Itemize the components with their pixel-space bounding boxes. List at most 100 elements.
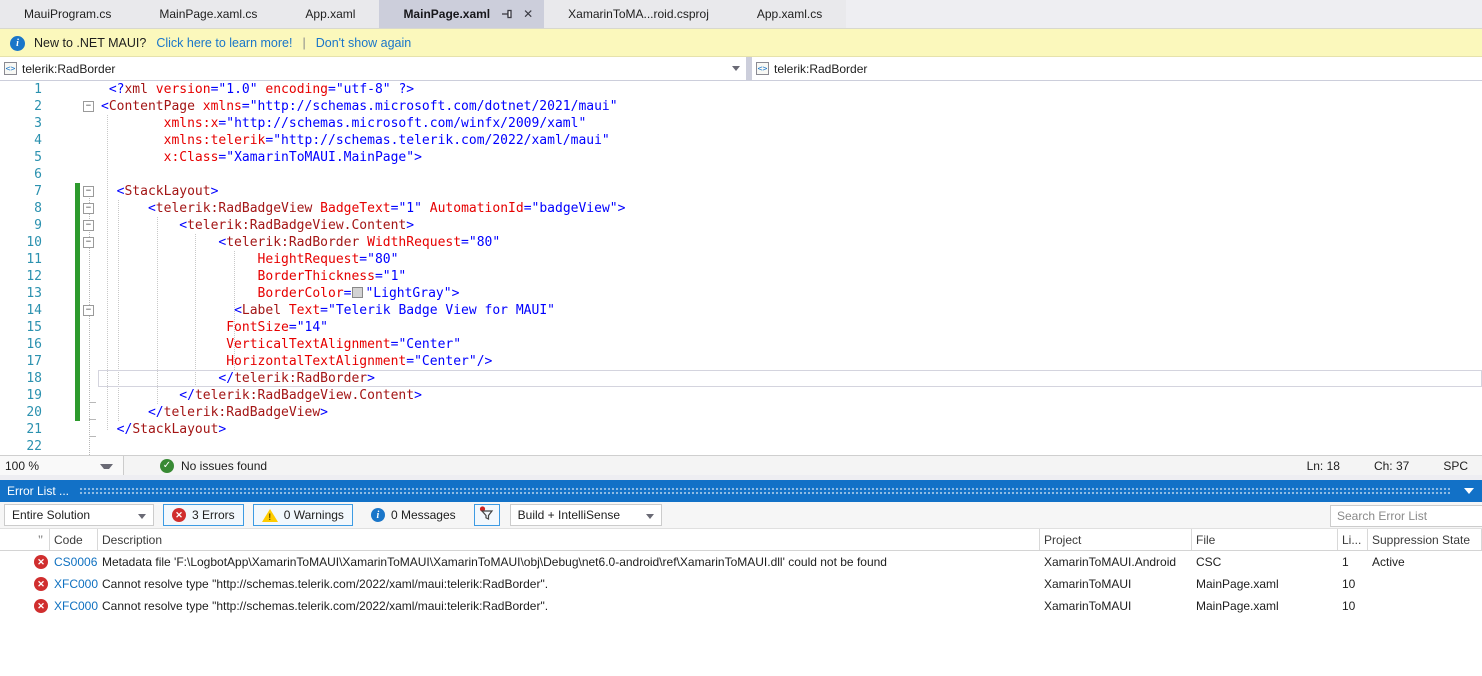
- pin-icon[interactable]: [500, 7, 514, 21]
- learn-more-link[interactable]: Click here to learn more!: [156, 36, 292, 50]
- warnings-filter-button[interactable]: ! 0 Warnings: [253, 504, 353, 526]
- error-code[interactable]: XFC0000: [50, 599, 98, 613]
- code-line-row[interactable]: 20 </telerik:RadBadgeView>: [0, 404, 1482, 421]
- description-column-header[interactable]: Description: [98, 529, 1040, 550]
- code-text[interactable]: BorderColor="LightGray">: [98, 285, 459, 302]
- tab-mainpage-xaml[interactable]: MainPage.xaml ✕: [379, 0, 544, 28]
- code-line-row[interactable]: 15 FontSize="14": [0, 319, 1482, 336]
- code-text[interactable]: [98, 438, 101, 455]
- code-line-row[interactable]: 17 HorizontalTextAlignment="Center"/>: [0, 353, 1482, 370]
- error-row[interactable]: ✕XFC0000Cannot resolve type "http://sche…: [0, 595, 1482, 617]
- code-text[interactable]: </telerik:RadBadgeView>: [98, 404, 328, 421]
- code-text[interactable]: VerticalTextAlignment="Center": [98, 336, 461, 353]
- tab-app-xaml[interactable]: App.xaml: [281, 0, 379, 28]
- code-text[interactable]: <Label Text="Telerik Badge View for MAUI…: [98, 302, 555, 319]
- document-health[interactable]: ✓ No issues found: [160, 459, 267, 473]
- source-dropdown[interactable]: Build + IntelliSense: [510, 504, 662, 526]
- code-line-row[interactable]: 8− <telerik:RadBadgeView BadgeText="1" A…: [0, 200, 1482, 217]
- collapse-icon[interactable]: −: [83, 186, 94, 197]
- code-line-row[interactable]: 13 BorderColor="LightGray">: [0, 285, 1482, 302]
- error-code[interactable]: CS0006: [50, 555, 98, 569]
- collapse-icon[interactable]: −: [83, 305, 94, 316]
- code-line-row[interactable]: 3 xmlns:x="http://schemas.microsoft.com/…: [0, 115, 1482, 132]
- code-text[interactable]: xmlns:telerik="http://schemas.telerik.co…: [98, 132, 610, 149]
- dont-show-again-link[interactable]: Don't show again: [316, 36, 412, 50]
- search-input[interactable]: [1331, 509, 1482, 523]
- code-text[interactable]: [98, 166, 101, 183]
- editor-status-bar: 100 % ✓ No issues found Ln: 18 Ch: 37 SP…: [0, 455, 1482, 475]
- navigator-left-pane[interactable]: <> telerik:RadBorder: [0, 57, 746, 80]
- fold-margin: −: [82, 183, 98, 200]
- scope-dropdown[interactable]: Entire Solution: [4, 504, 154, 526]
- error-list-title-bar[interactable]: Error List ...: [0, 480, 1482, 502]
- error-row[interactable]: ✕CS0006Metadata file 'F:\LogbotApp\Xamar…: [0, 551, 1482, 573]
- code-line-row[interactable]: 5 x:Class="XamarinToMAUI.MainPage">: [0, 149, 1482, 166]
- code-line-row[interactable]: 2−<ContentPage xmlns="http://schemas.mic…: [0, 98, 1482, 115]
- tab-mauiprogram-cs[interactable]: MauiProgram.cs: [0, 0, 135, 28]
- project-column-header[interactable]: Project: [1040, 529, 1192, 550]
- error-row[interactable]: ✕XFC0000Cannot resolve type "http://sche…: [0, 573, 1482, 595]
- drag-handle-texture[interactable]: [79, 487, 1450, 495]
- error-table-header: " Code Description Project File Li... Su…: [0, 529, 1482, 551]
- change-margin: [56, 438, 82, 455]
- tab-mainpage-xaml-cs[interactable]: MainPage.xaml.cs: [135, 0, 281, 28]
- change-margin: [56, 98, 82, 115]
- error-search[interactable]: [1330, 505, 1482, 527]
- line-column-header[interactable]: Li...: [1338, 529, 1368, 550]
- code-text[interactable]: BorderThickness="1": [98, 268, 406, 285]
- code-text[interactable]: </StackLayout>: [98, 421, 226, 438]
- code-line-row[interactable]: 1 <?xml version="1.0" encoding="utf-8" ?…: [0, 81, 1482, 98]
- code-line-row[interactable]: 12 BorderThickness="1": [0, 268, 1482, 285]
- code-line-row[interactable]: 11 HeightRequest="80": [0, 251, 1482, 268]
- code-line-row[interactable]: 4 xmlns:telerik="http://schemas.telerik.…: [0, 132, 1482, 149]
- window-menu-icon[interactable]: [1464, 488, 1474, 494]
- navigator-right-pane[interactable]: <> telerik:RadBorder: [752, 57, 1482, 80]
- code-line-row[interactable]: 16 VerticalTextAlignment="Center": [0, 336, 1482, 353]
- line-number: 15: [0, 319, 56, 336]
- code-line-row[interactable]: 10− <telerik:RadBorder WidthRequest="80": [0, 234, 1482, 251]
- tab-label: MainPage.xaml.cs: [159, 7, 257, 21]
- code-line-row[interactable]: 6: [0, 166, 1482, 183]
- suppression-column-header[interactable]: Suppression State: [1368, 529, 1482, 550]
- code-line-row[interactable]: 7− <StackLayout>: [0, 183, 1482, 200]
- error-list-title: Error List ...: [0, 484, 69, 498]
- code-text[interactable]: FontSize="14": [98, 319, 328, 336]
- code-text[interactable]: </telerik:RadBadgeView.Content>: [98, 387, 422, 404]
- zoom-selector[interactable]: 100 %: [0, 456, 124, 475]
- code-line-row[interactable]: 9− <telerik:RadBadgeView.Content>: [0, 217, 1482, 234]
- collapse-icon[interactable]: −: [83, 203, 94, 214]
- filter-button[interactable]: [474, 504, 500, 526]
- tab-app-xaml-cs[interactable]: App.xaml.cs: [733, 0, 846, 28]
- file-column-header[interactable]: File: [1192, 529, 1338, 550]
- code-text[interactable]: <?xml version="1.0" encoding="utf-8" ?>: [98, 81, 414, 98]
- info-icon: i: [10, 35, 25, 51]
- collapse-icon[interactable]: −: [83, 101, 94, 112]
- code-line-row[interactable]: 21 </StackLayout>: [0, 421, 1482, 438]
- code-text[interactable]: HorizontalTextAlignment="Center"/>: [98, 353, 492, 370]
- code-text[interactable]: <telerik:RadBadgeView.Content>: [98, 217, 414, 234]
- code-text[interactable]: <ContentPage xmlns="http://schemas.micro…: [98, 98, 618, 115]
- code-line-row[interactable]: 22: [0, 438, 1482, 455]
- collapse-icon[interactable]: −: [83, 237, 94, 248]
- code-line-row[interactable]: 19 </telerik:RadBadgeView.Content>: [0, 387, 1482, 404]
- errors-filter-button[interactable]: ✕ 3 Errors: [163, 504, 244, 526]
- code-text[interactable]: <StackLayout>: [98, 183, 218, 200]
- code-text[interactable]: <telerik:RadBadgeView BadgeText="1" Auto…: [98, 200, 625, 217]
- messages-filter-button[interactable]: i 0 Messages: [362, 504, 465, 526]
- close-icon[interactable]: ✕: [520, 6, 536, 22]
- line-number: 5: [0, 149, 56, 166]
- code-line-row[interactable]: 14− <Label Text="Telerik Badge View for …: [0, 302, 1482, 319]
- code-text[interactable]: x:Class="XamarinToMAUI.MainPage">: [98, 149, 422, 166]
- severity-column-header[interactable]: ": [28, 529, 50, 550]
- code-text[interactable]: <telerik:RadBorder WidthRequest="80": [98, 234, 500, 251]
- error-project: XamarinToMAUI.Android: [1040, 555, 1192, 569]
- code-text[interactable]: HeightRequest="80": [98, 251, 398, 268]
- fold-margin: [82, 421, 98, 438]
- tab-xamarintoma-csproj[interactable]: XamarinToMA...roid.csproj: [544, 0, 733, 28]
- collapse-icon[interactable]: −: [83, 220, 94, 231]
- code-text[interactable]: xmlns:x="http://schemas.microsoft.com/wi…: [98, 115, 586, 132]
- code-editor[interactable]: 1 <?xml version="1.0" encoding="utf-8" ?…: [0, 81, 1482, 455]
- chevron-down-icon[interactable]: [732, 66, 740, 71]
- code-column-header[interactable]: Code: [50, 529, 98, 550]
- error-code[interactable]: XFC0000: [50, 577, 98, 591]
